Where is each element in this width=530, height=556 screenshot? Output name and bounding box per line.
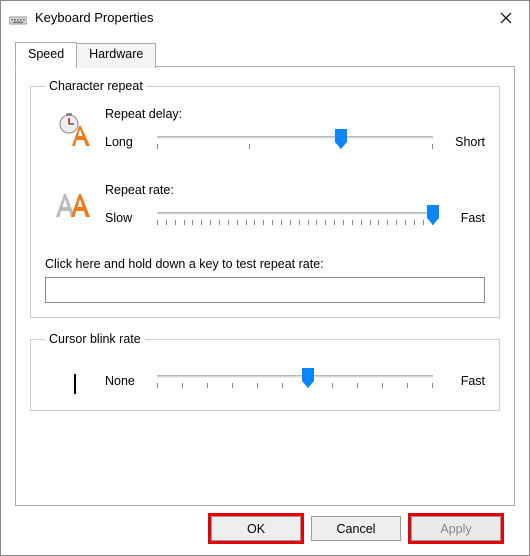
apply-button[interactable]: Apply	[411, 516, 501, 541]
cancel-button[interactable]: Cancel	[311, 516, 401, 541]
window-title: Keyboard Properties	[35, 10, 483, 25]
ok-button[interactable]: OK	[211, 516, 301, 541]
test-repeat-input[interactable]	[45, 277, 485, 303]
repeat-delay-left-label: Long	[105, 135, 151, 149]
cursor-blink-right-label: Fast	[439, 374, 485, 388]
close-button[interactable]	[483, 2, 529, 34]
keyboard-icon	[9, 12, 27, 24]
test-repeat-label: Click here and hold down a key to test r…	[45, 257, 485, 271]
repeat-rate-slider[interactable]	[157, 203, 433, 233]
dialog-button-row: OK Cancel Apply	[15, 506, 515, 555]
cursor-blink-icon	[74, 374, 76, 394]
repeat-delay-icon	[57, 113, 93, 152]
tab-speed[interactable]: Speed	[15, 42, 77, 67]
repeat-rate-left-label: Slow	[105, 211, 151, 225]
repeat-rate-label: Repeat rate:	[105, 183, 485, 197]
tab-hardware[interactable]: Hardware	[76, 43, 156, 68]
client-area: Speed Hardware Character repeat	[1, 34, 529, 555]
repeat-delay-slider[interactable]	[157, 127, 433, 157]
group-character-repeat: Character repeat	[30, 79, 500, 318]
cursor-blink-left-label: None	[105, 374, 151, 388]
repeat-delay-label: Repeat delay:	[105, 107, 485, 121]
repeat-rate-right-label: Fast	[439, 211, 485, 225]
repeat-rate-icon	[55, 189, 95, 224]
tab-panel-speed: Character repeat	[15, 66, 515, 506]
group-legend: Character repeat	[45, 79, 147, 93]
dialog-window: Keyboard Properties Speed Hardware Chara…	[0, 0, 530, 556]
repeat-delay-right-label: Short	[439, 135, 485, 149]
group-cursor-blink: Cursor blink rate None	[30, 332, 500, 411]
group-legend: Cursor blink rate	[45, 332, 145, 346]
tab-control: Speed Hardware Character repeat	[15, 42, 515, 506]
cursor-blink-slider[interactable]	[157, 366, 433, 396]
titlebar: Keyboard Properties	[1, 1, 529, 34]
